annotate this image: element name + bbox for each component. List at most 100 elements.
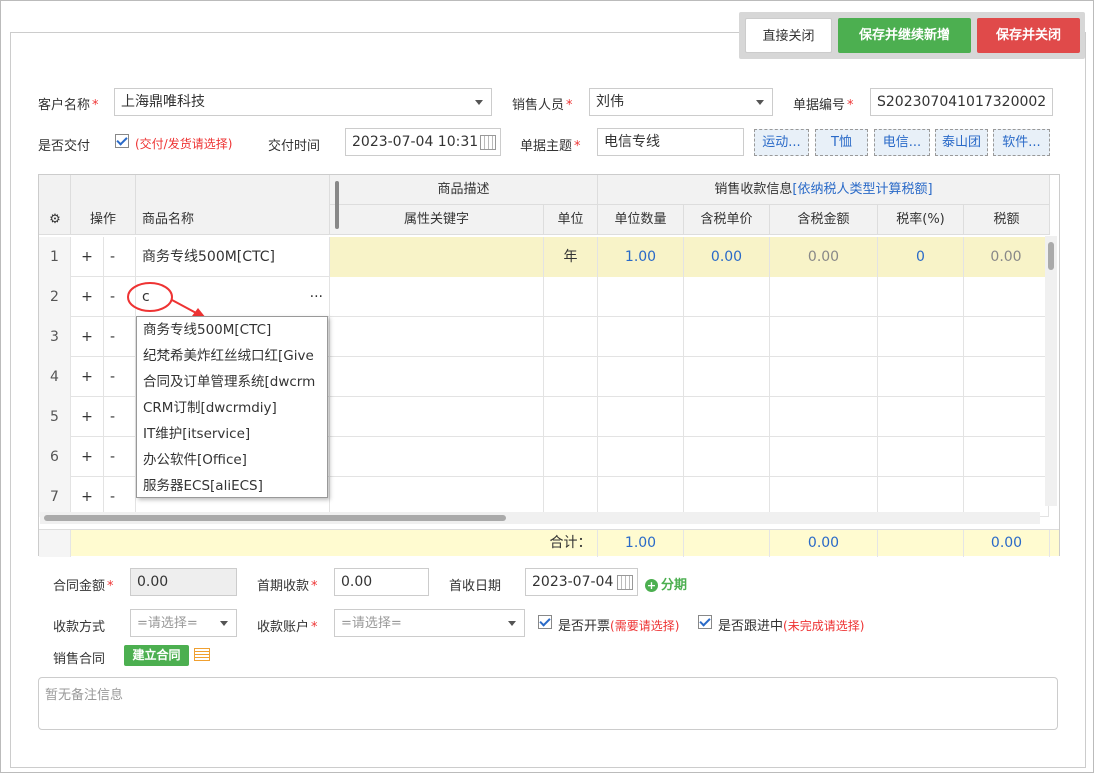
- customer-select[interactable]: 上海鼎唯科技: [114, 88, 492, 116]
- qty-cell[interactable]: [598, 477, 684, 517]
- tax-rate-cell[interactable]: [878, 437, 964, 477]
- grid-vertical-scrollbar[interactable]: [1045, 236, 1057, 506]
- delivered-checkbox[interactable]: [115, 134, 129, 148]
- tax-cell[interactable]: 0.00: [964, 237, 1049, 277]
- row-delete-button[interactable]: -: [104, 357, 136, 397]
- qty-cell[interactable]: [598, 437, 684, 477]
- first-date-field[interactable]: 2023-07-04: [525, 568, 638, 596]
- unit-cell[interactable]: [544, 477, 598, 517]
- price-cell[interactable]: 0.00: [684, 237, 770, 277]
- grid-horizontal-scrollbar[interactable]: [40, 512, 1040, 524]
- tax-rate-cell[interactable]: [878, 357, 964, 397]
- tax-rate-cell[interactable]: [878, 397, 964, 437]
- scroll-thumb[interactable]: [1048, 242, 1054, 270]
- attr-keyword-cell[interactable]: [330, 357, 544, 397]
- calendar-icon[interactable]: [480, 135, 496, 150]
- unit-cell[interactable]: [544, 277, 598, 317]
- row-add-button[interactable]: +: [71, 437, 104, 477]
- tax-rate-cell[interactable]: [878, 277, 964, 317]
- row-add-button[interactable]: +: [71, 317, 104, 357]
- amount-cell[interactable]: [770, 437, 878, 477]
- attr-keyword-cell[interactable]: [330, 397, 544, 437]
- qty-cell[interactable]: 1.00: [598, 237, 684, 277]
- product-autocomplete[interactable]: 商务专线500M[CTC] 纪梵希美炸红丝绒口红[Give 合同及订单管理系统[…: [136, 316, 328, 498]
- tax-cell[interactable]: [964, 357, 1049, 397]
- method-select[interactable]: =请选择=: [130, 609, 237, 637]
- save-and-close-button[interactable]: 保存并关闭: [977, 18, 1080, 53]
- price-cell[interactable]: [684, 437, 770, 477]
- tax-rate-cell[interactable]: [878, 477, 964, 517]
- unit-cell[interactable]: 年: [544, 237, 598, 277]
- tag-button-software[interactable]: 软件...: [993, 129, 1050, 156]
- account-select[interactable]: =请选择=: [334, 609, 525, 637]
- attr-keyword-cell[interactable]: [330, 317, 544, 357]
- price-cell[interactable]: [684, 477, 770, 517]
- autocomplete-item[interactable]: 纪梵希美炸红丝绒口红[Give: [137, 343, 327, 369]
- tag-button-sports[interactable]: 运动...: [754, 129, 809, 156]
- row-delete-button[interactable]: -: [104, 437, 136, 477]
- amount-cell[interactable]: [770, 397, 878, 437]
- tax-rate-cell[interactable]: 0: [878, 237, 964, 277]
- qty-cell[interactable]: [598, 397, 684, 437]
- attr-keyword-cell[interactable]: [330, 277, 544, 317]
- price-cell[interactable]: [684, 357, 770, 397]
- tax-cell[interactable]: [964, 477, 1049, 517]
- autocomplete-item[interactable]: CRM订制[dwcrmdiy]: [137, 395, 327, 421]
- qty-cell[interactable]: [598, 277, 684, 317]
- tax-cell[interactable]: [964, 277, 1049, 317]
- attr-keyword-cell[interactable]: [330, 237, 544, 277]
- tax-cell[interactable]: [964, 397, 1049, 437]
- more-icon[interactable]: ···: [310, 277, 323, 317]
- column-resize-handle[interactable]: [335, 181, 339, 229]
- amount-cell[interactable]: [770, 477, 878, 517]
- autocomplete-item[interactable]: 办公软件[Office]: [137, 447, 327, 473]
- amount-cell[interactable]: [770, 277, 878, 317]
- row-add-button[interactable]: +: [71, 397, 104, 437]
- memo-textarea[interactable]: 暂无备注信息: [38, 677, 1058, 730]
- contract-amount-field[interactable]: 0.00: [130, 568, 237, 596]
- price-cell[interactable]: [684, 277, 770, 317]
- price-cell[interactable]: [684, 397, 770, 437]
- first-payment-field[interactable]: 0.00: [334, 568, 429, 596]
- tax-cell[interactable]: [964, 317, 1049, 357]
- price-cell[interactable]: [684, 317, 770, 357]
- scroll-thumb[interactable]: [44, 515, 506, 521]
- tax-rate-cell[interactable]: [878, 317, 964, 357]
- tag-button-tshirt[interactable]: T恤: [815, 129, 868, 156]
- delivery-time-field[interactable]: 2023-07-04 10:31: [345, 128, 501, 156]
- row-delete-button[interactable]: -: [104, 477, 136, 517]
- attr-keyword-cell[interactable]: [330, 477, 544, 517]
- row-add-button[interactable]: +: [71, 477, 104, 517]
- subject-field[interactable]: 电信专线: [597, 128, 744, 156]
- gear-icon[interactable]: ⚙: [39, 205, 71, 235]
- row-delete-button[interactable]: -: [104, 237, 136, 277]
- calendar-icon[interactable]: [617, 575, 633, 590]
- save-and-new-button[interactable]: 保存并继续新增: [838, 18, 971, 53]
- tag-button-taishan[interactable]: 泰山团: [935, 129, 988, 156]
- close-button[interactable]: 直接关闭: [745, 18, 832, 53]
- sales-select[interactable]: 刘伟: [589, 88, 773, 116]
- autocomplete-item[interactable]: 合同及订单管理系统[dwcrm: [137, 369, 327, 395]
- amount-cell[interactable]: [770, 357, 878, 397]
- row-add-button[interactable]: +: [71, 357, 104, 397]
- tax-cell[interactable]: [964, 437, 1049, 477]
- unit-cell[interactable]: [544, 357, 598, 397]
- unit-cell[interactable]: [544, 437, 598, 477]
- autocomplete-item[interactable]: 商务专线500M[CTC]: [137, 317, 327, 343]
- unit-cell[interactable]: [544, 317, 598, 357]
- tag-button-telecom[interactable]: 电信...: [874, 129, 930, 156]
- list-icon[interactable]: [194, 648, 210, 661]
- row-add-button[interactable]: +: [71, 277, 104, 317]
- installment-link[interactable]: + 分期: [645, 574, 687, 593]
- attr-keyword-cell[interactable]: [330, 437, 544, 477]
- row-delete-button[interactable]: -: [104, 397, 136, 437]
- tax-calc-link[interactable]: [依纳税人类型计算税额]: [792, 182, 932, 197]
- autocomplete-item[interactable]: 服务器ECS[aliECS]: [137, 473, 327, 497]
- follow-checkbox[interactable]: [698, 615, 712, 629]
- qty-cell[interactable]: [598, 317, 684, 357]
- qty-cell[interactable]: [598, 357, 684, 397]
- docno-field[interactable]: S202307041017320002: [870, 88, 1053, 116]
- amount-cell[interactable]: [770, 317, 878, 357]
- invoice-checkbox[interactable]: [538, 615, 552, 629]
- product-name-cell[interactable]: 商务专线500M[CTC]: [136, 237, 330, 277]
